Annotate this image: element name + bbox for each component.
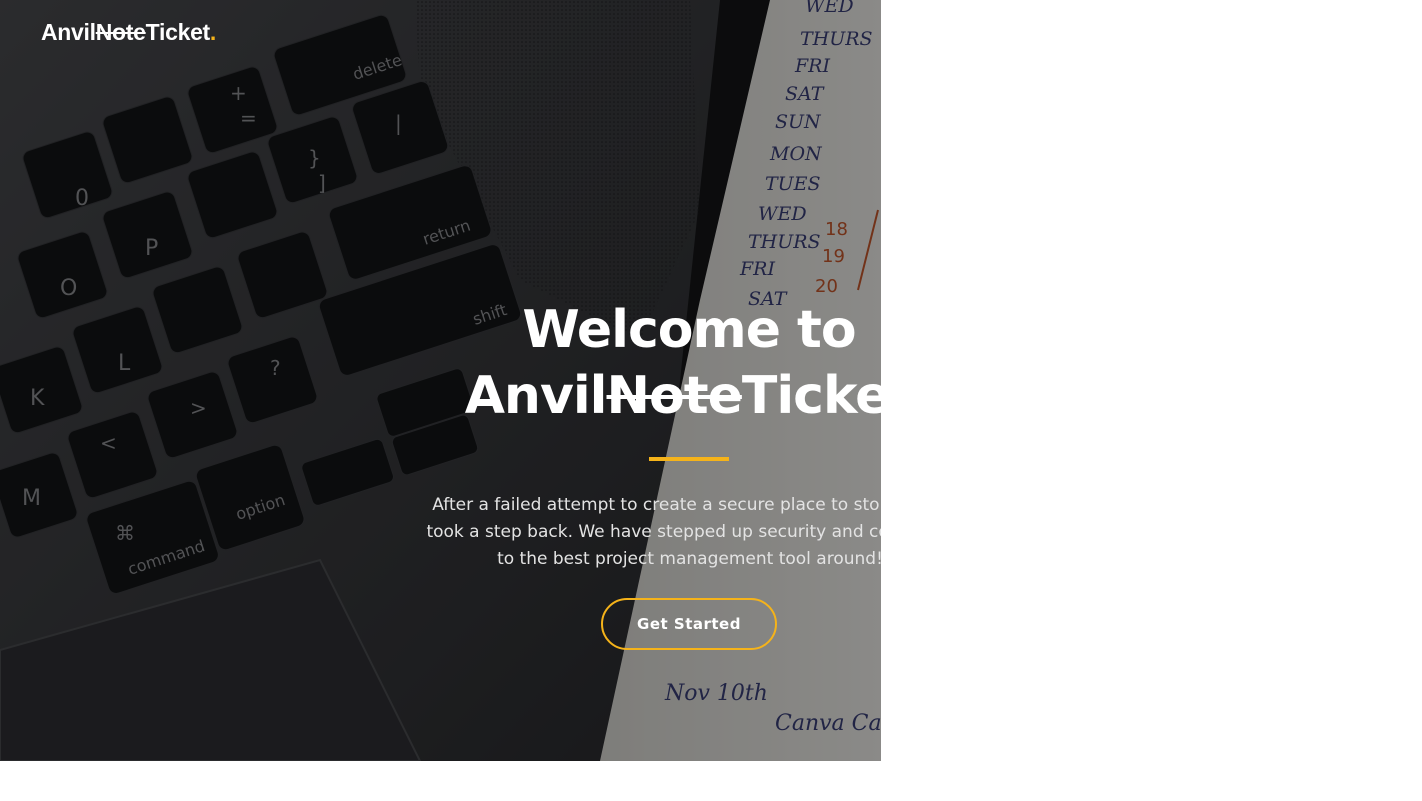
headline-divider bbox=[649, 457, 729, 461]
hero-description: After a failed attempt to create a secur… bbox=[340, 492, 881, 573]
logo-dot: . bbox=[209, 19, 217, 45]
headline-line1: Welcome to bbox=[522, 300, 856, 360]
headline-struck-word: Note bbox=[606, 366, 743, 426]
hero-headline: Welcome to AnvilNoteTicket bbox=[376, 297, 881, 429]
description-line1: After a failed attempt to create a secur… bbox=[432, 495, 881, 515]
hero-content: Welcome to AnvilNoteTicket After a faile… bbox=[0, 0, 881, 761]
headline-prefix: Anvil bbox=[464, 366, 608, 426]
brand-logo[interactable]: AnvilNoteTicket. bbox=[41, 19, 216, 46]
logo-struck-word: Note bbox=[95, 19, 146, 45]
description-line2: took a step back. We have stepped up sec… bbox=[426, 522, 881, 542]
headline-line2: AnvilNoteTicket bbox=[376, 363, 881, 429]
headline-suffix: Ticket bbox=[741, 366, 881, 426]
hero-section: delete return shift option command P O L… bbox=[0, 0, 881, 761]
get-started-button[interactable]: Get Started bbox=[601, 598, 777, 650]
logo-suffix: Ticket bbox=[145, 19, 211, 45]
description-line3: to the best project management tool arou… bbox=[497, 549, 881, 569]
logo-prefix: Anvil bbox=[41, 19, 96, 45]
